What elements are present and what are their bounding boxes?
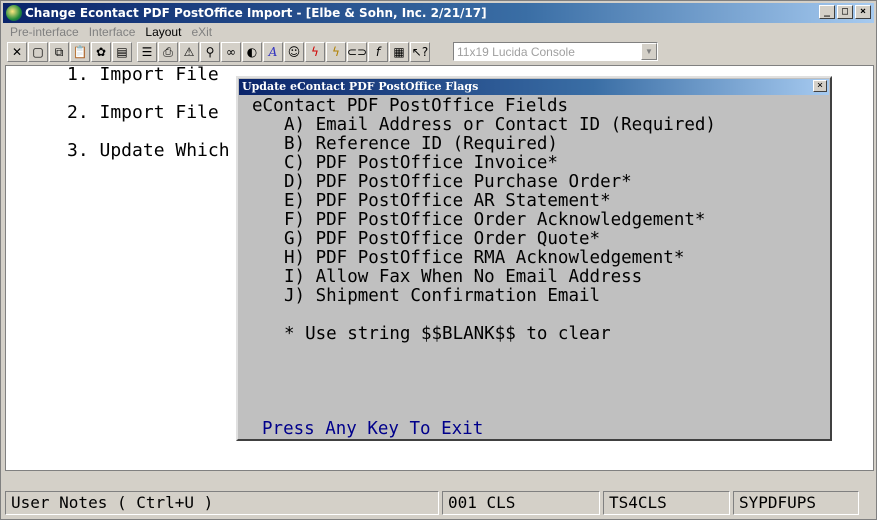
app-icon	[6, 5, 22, 21]
main-menu-item-3[interactable]: 3. Update Which	[67, 140, 230, 178]
settings-icon[interactable]: ✿	[91, 42, 111, 62]
dialog-close-button[interactable]: ×	[813, 80, 827, 92]
link-icon[interactable]: ⊂⊃	[347, 42, 367, 62]
font-icon[interactable]: A	[263, 42, 283, 62]
option-h: H) PDF PostOffice RMA Acknowledgement*	[284, 248, 685, 268]
dialog-heading: eContact PDF PostOffice Fields	[252, 96, 569, 116]
option-c: C) PDF PostOffice Invoice*	[284, 153, 558, 173]
menu-exit[interactable]: eXit	[186, 25, 217, 41]
title-bar[interactable]: Change Econtact PDF PostOffice Import - …	[3, 3, 874, 23]
main-menu-item-1[interactable]: 1. Import File	[67, 64, 230, 102]
copy-icon[interactable]: ⧉	[49, 42, 69, 62]
option-g: G) PDF PostOffice Order Quote*	[284, 229, 601, 249]
blank-page-icon[interactable]: ▢	[28, 42, 48, 62]
status-user-notes[interactable]: User Notes ( Ctrl+U )	[5, 491, 439, 515]
dialog-note: * Use string $$BLANK$$ to clear	[284, 324, 611, 344]
user-icon[interactable]: ☺	[284, 42, 304, 62]
calculator-icon[interactable]: ▦	[389, 42, 409, 62]
close-button[interactable]: ×	[855, 5, 871, 19]
option-j: J) Shipment Confirmation Email	[284, 286, 601, 306]
dialog-body: eContact PDF PostOffice Fields A) Email …	[252, 97, 716, 344]
maximize-button[interactable]: □	[837, 5, 853, 19]
lightning-icon[interactable]: ϟ	[305, 42, 325, 62]
binoculars-icon[interactable]: ∞	[221, 42, 241, 62]
close-x-icon[interactable]: ✕	[7, 42, 27, 62]
status-code: 001 CLS	[442, 491, 600, 515]
run-icon[interactable]: ϟ	[326, 42, 346, 62]
option-a: A) Email Address or Contact ID (Required…	[284, 115, 716, 135]
font-select-value: 11x19 Lucida Console	[457, 44, 575, 59]
status-bar: User Notes ( Ctrl+U ) 001 CLS TS4CLS SYP…	[5, 491, 874, 517]
menu-layout[interactable]: Layout	[140, 25, 186, 41]
dialog-title[interactable]: Update eContact PDF PostOffice Flags	[239, 79, 829, 95]
update-flags-dialog: Update eContact PDF PostOffice Flags × e…	[236, 76, 832, 441]
minimize-button[interactable]: _	[819, 5, 835, 19]
paste-icon[interactable]: 📋	[70, 42, 90, 62]
properties-icon[interactable]: ▤	[112, 42, 132, 62]
script-icon[interactable]: f	[368, 42, 388, 62]
status-terminal: TS4CLS	[603, 491, 730, 515]
font-select[interactable]: 11x19 Lucida Console ▼	[453, 42, 658, 61]
menu-bar: Pre-interface Interface Layout eXit	[5, 25, 217, 41]
main-menu: 1. Import File 2. Import File 3. Update …	[67, 64, 230, 178]
app-window: Change Econtact PDF PostOffice Import - …	[0, 0, 877, 520]
printer-setup-icon[interactable]: ⎙	[158, 42, 178, 62]
menu-pre-interface[interactable]: Pre-interface	[5, 25, 84, 41]
option-b: B) Reference ID (Required)	[284, 134, 558, 154]
color-icon[interactable]: ◐	[242, 42, 262, 62]
main-menu-item-2[interactable]: 2. Import File	[67, 102, 230, 140]
help-cursor-icon[interactable]: ↖?	[410, 42, 430, 62]
dialog-footer: Press Any Key To Exit	[262, 419, 484, 439]
search-icon[interactable]: ⚲	[200, 42, 220, 62]
toolbar: ✕ ▢ ⧉ 📋 ✿ ▤ ☰ ⎙ ⚠ ⚲ ∞ ◐ A ☺ ϟ ϟ ⊂⊃ f ▦ ↖…	[7, 41, 430, 63]
option-f: F) PDF PostOffice Order Acknowledgement*	[284, 210, 706, 230]
status-program: SYPDFUPS	[733, 491, 859, 515]
window-controls: _ □ ×	[819, 5, 871, 19]
chevron-down-icon[interactable]: ▼	[641, 43, 657, 60]
notes-icon[interactable]: ☰	[137, 42, 157, 62]
option-e: E) PDF PostOffice AR Statement*	[284, 191, 611, 211]
menu-interface[interactable]: Interface	[84, 25, 141, 41]
window-title: Change Econtact PDF PostOffice Import - …	[25, 6, 487, 20]
option-d: D) PDF PostOffice Purchase Order*	[284, 172, 632, 192]
option-i: I) Allow Fax When No Email Address	[284, 267, 643, 287]
alert-icon[interactable]: ⚠	[179, 42, 199, 62]
